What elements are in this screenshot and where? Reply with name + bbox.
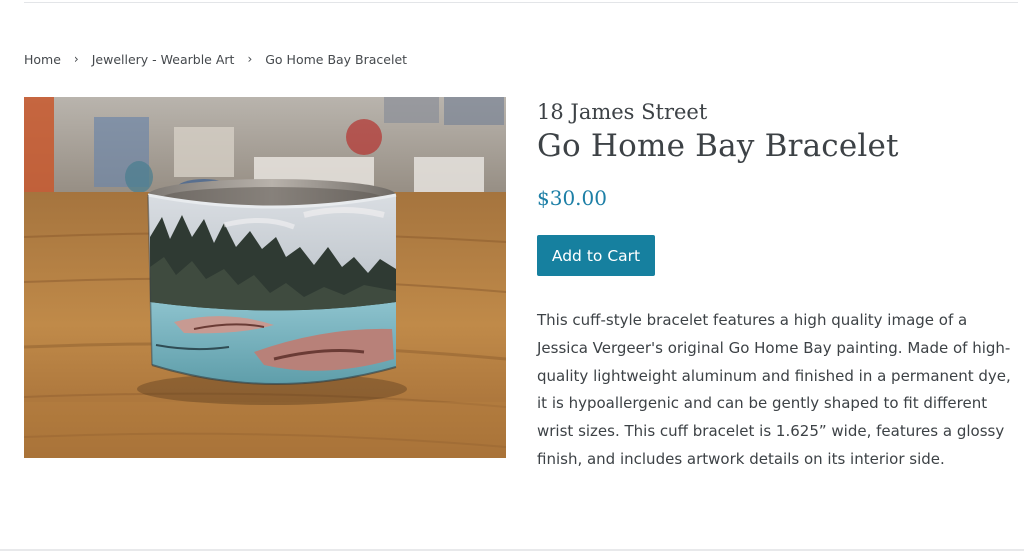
product-description: This cuff-style bracelet features a high… — [537, 311, 1011, 468]
product-info: 18 James Street Go Home Bay Bracelet $30… — [537, 98, 1011, 468]
breadcrumb-current-page: Go Home Bay Bracelet — [265, 51, 408, 67]
product-price: $30.00 — [537, 186, 607, 210]
breadcrumb-home-link[interactable]: Home — [24, 52, 61, 67]
bracelet-photo-illustration — [24, 97, 506, 458]
header-divider — [24, 2, 1018, 3]
breadcrumb: Home › Jewellery - Wearble Art › Go Home… — [24, 50, 407, 68]
product-title: Go Home Bay Bracelet — [537, 128, 899, 164]
add-to-cart-button[interactable]: Add to Cart — [537, 235, 655, 276]
chevron-right-icon: › — [73, 52, 79, 66]
breadcrumb-collection-link[interactable]: Jewellery - Wearble Art — [92, 52, 235, 67]
product-image[interactable] — [24, 97, 506, 458]
chevron-right-icon: › — [247, 52, 253, 66]
product-vendor: 18 James Street — [537, 100, 708, 124]
